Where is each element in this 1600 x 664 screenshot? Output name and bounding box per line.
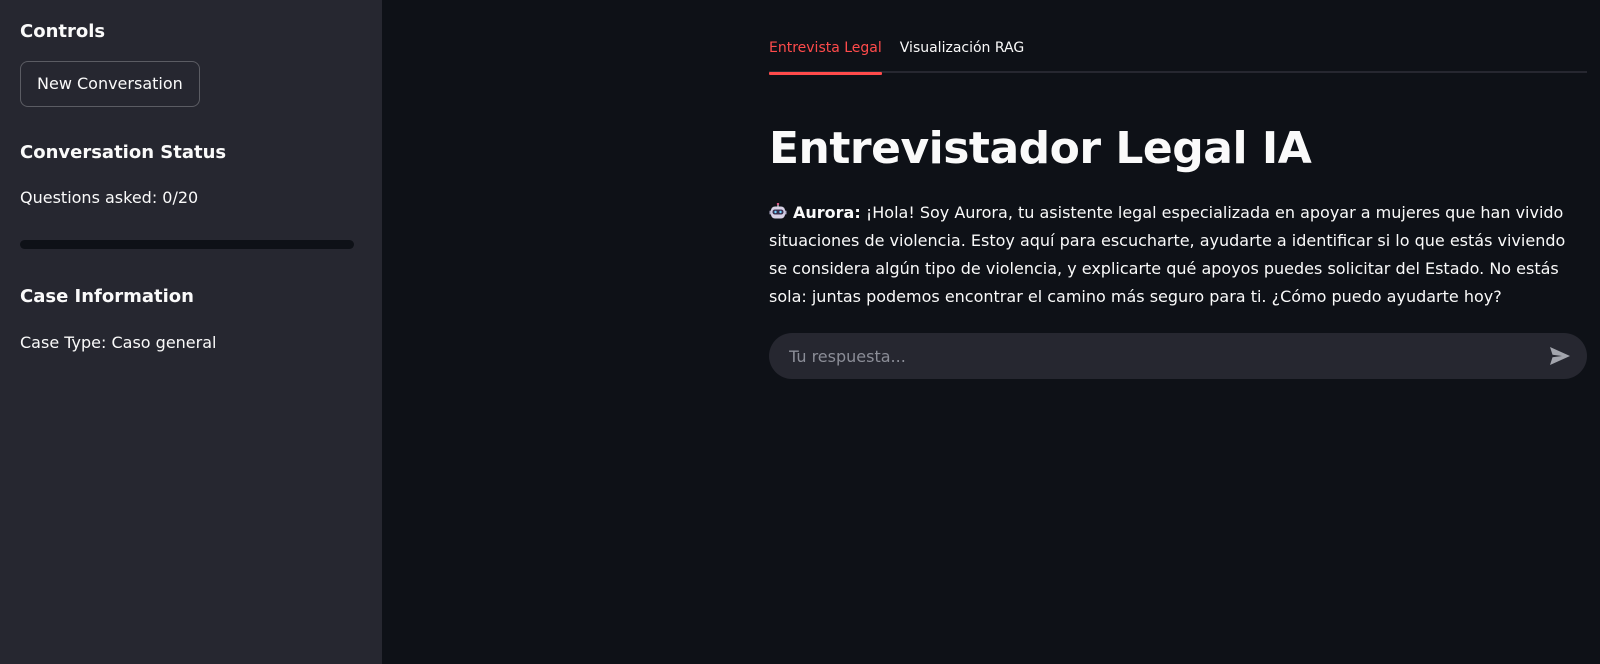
message-speaker: Aurora: (793, 203, 861, 222)
chat-input[interactable] (789, 346, 1545, 366)
tab-bar: Entrevista Legal Visualización RAG (769, 30, 1587, 75)
send-button[interactable] (1545, 341, 1575, 371)
send-icon (1550, 347, 1570, 365)
robot-icon (769, 203, 787, 219)
conversation-status-heading: Conversation Status (20, 142, 227, 163)
case-information-heading: Case Information (20, 286, 194, 307)
chat-input-container (769, 333, 1587, 379)
tab-visualizacion-rag[interactable]: Visualización RAG (900, 30, 1024, 73)
tab-entrevista-legal[interactable]: Entrevista Legal (769, 30, 882, 75)
sidebar: Controls New Conversation Conversation S… (0, 0, 382, 664)
page-title: Entrevistador Legal IA (769, 123, 1312, 174)
questions-progress-bar (20, 240, 354, 249)
case-type-text: Case Type: Caso general (20, 333, 217, 352)
message-text: ¡Hola! Soy Aurora, tu asistente legal es… (769, 203, 1566, 306)
assistant-message: Aurora: ¡Hola! Soy Aurora, tu asistente … (769, 199, 1587, 311)
app: Controls New Conversation Conversation S… (0, 0, 1600, 664)
controls-heading: Controls (20, 21, 106, 42)
new-conversation-button[interactable]: New Conversation (20, 61, 200, 107)
questions-asked-text: Questions asked: 0/20 (20, 188, 199, 207)
main-area: Entrevista Legal Visualización RAG Entre… (382, 0, 1600, 664)
main-content: Entrevista Legal Visualización RAG Entre… (769, 30, 1587, 379)
